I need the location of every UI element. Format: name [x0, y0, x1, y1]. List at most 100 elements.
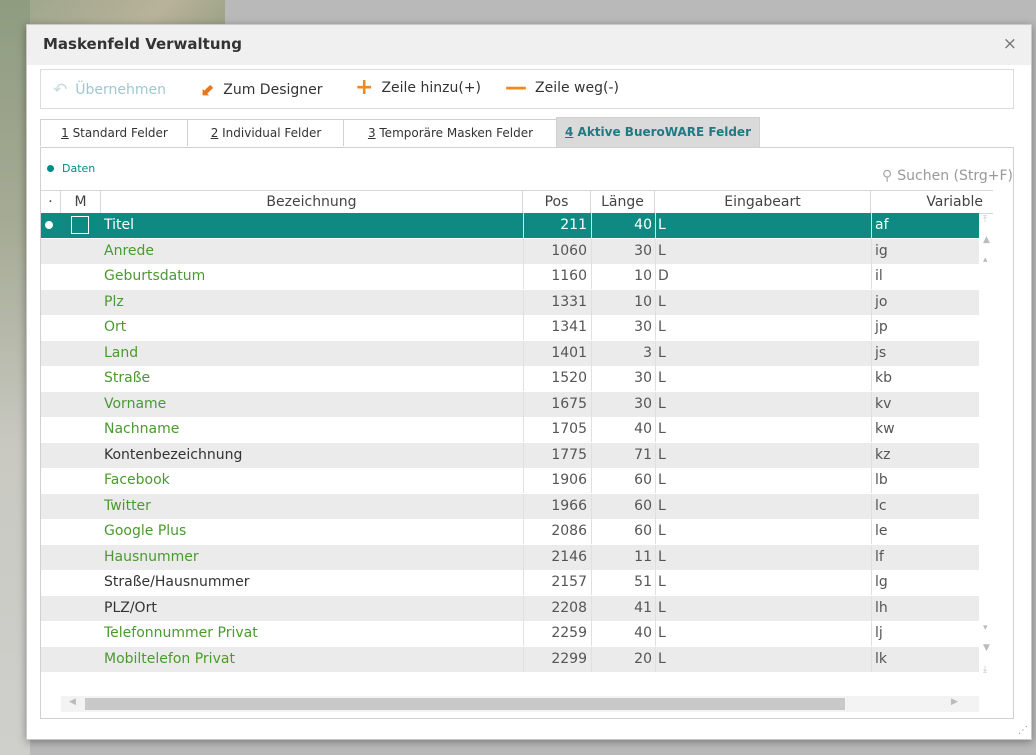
row-m-cell[interactable] — [61, 290, 99, 315]
scroll-left-icon[interactable]: ◀ — [69, 697, 76, 707]
close-icon[interactable]: × — [1003, 34, 1017, 54]
scroll-page-up-icon[interactable]: ▲ — [983, 235, 990, 245]
table-row[interactable]: Kontenbezeichnung 1775 71 Lkz — [41, 442, 979, 468]
cell-eingabeart[interactable]: L — [655, 468, 871, 493]
row-m-cell[interactable] — [61, 545, 99, 570]
cell-pos[interactable]: 1966 — [523, 493, 591, 519]
row-m-cell[interactable] — [61, 392, 99, 417]
cell-variable[interactable]: kz — [871, 442, 979, 468]
cell-eingabeart[interactable]: L — [655, 213, 871, 238]
cell-laenge[interactable]: 30 — [591, 315, 655, 340]
row-selector[interactable] — [41, 341, 61, 366]
table-row[interactable]: Geburtsdatum 1160 10 Dil — [41, 264, 979, 289]
apply-button[interactable]: ↶ Übernehmen — [53, 80, 166, 100]
row-selector[interactable] — [41, 596, 61, 621]
row-m-cell[interactable] — [61, 519, 99, 544]
row-selector[interactable] — [41, 494, 61, 519]
cell-variable[interactable]: kv — [871, 391, 979, 417]
cell-bezeichnung[interactable]: PLZ/Ort — [101, 596, 523, 621]
cell-laenge[interactable]: 60 — [591, 493, 655, 519]
cell-variable[interactable]: ig — [871, 238, 979, 264]
tab-aktive-bueroware-felder[interactable]: 4 Aktive BueroWARE Felder — [556, 117, 760, 147]
cell-eingabeart[interactable]: L — [655, 366, 871, 391]
resize-grip-icon[interactable]: ⋰ — [1018, 725, 1028, 736]
scroll-up-icon[interactable]: ▴ — [983, 255, 988, 265]
row-m-cell[interactable] — [61, 570, 99, 595]
table-row[interactable]: Straße 1520 30 Lkb — [41, 366, 979, 391]
row-selector[interactable] — [41, 443, 61, 468]
tab-individual-felder[interactable]: 2 Individual Felder — [187, 119, 345, 146]
cell-eingabeart[interactable]: L — [655, 289, 871, 315]
cell-bezeichnung[interactable]: Ort — [101, 315, 523, 340]
cell-eingabeart[interactable]: L — [655, 621, 871, 646]
row-selector[interactable] — [41, 366, 61, 391]
vertical-scrollbar[interactable]: ⤒ ▲ ▴ ▾ ▼ ⤓ — [981, 213, 995, 683]
scroll-down-icon[interactable]: ▾ — [983, 623, 988, 633]
row-m-cell[interactable] — [61, 443, 99, 468]
row-selector[interactable] — [41, 392, 61, 417]
table-row[interactable]: Titel 211 40 Laf — [41, 213, 979, 238]
cell-bezeichnung[interactable]: Vorname — [101, 392, 523, 417]
table-row[interactable]: Facebook 1906 60 Llb — [41, 468, 979, 493]
col-header-m[interactable]: M — [61, 191, 101, 213]
cell-variable[interactable]: lk — [871, 646, 979, 672]
cell-pos[interactable]: 1906 — [523, 468, 591, 493]
table-row[interactable]: Anrede 1060 30 Lig — [41, 238, 979, 264]
cell-variable[interactable]: lh — [871, 595, 979, 621]
cell-laenge[interactable]: 40 — [591, 621, 655, 646]
cell-bezeichnung[interactable]: Straße — [101, 366, 523, 391]
cell-bezeichnung[interactable]: Geburtsdatum — [101, 264, 523, 289]
cell-laenge[interactable]: 60 — [591, 519, 655, 544]
cell-bezeichnung[interactable]: Titel — [101, 213, 523, 238]
scroll-page-down-icon[interactable]: ▼ — [983, 643, 990, 653]
cell-variable[interactable]: lb — [871, 468, 979, 493]
row-selector[interactable] — [41, 545, 61, 570]
cell-bezeichnung[interactable]: Google Plus — [101, 519, 523, 544]
row-selector[interactable] — [41, 213, 61, 238]
table-row[interactable]: Twitter 1966 60 Llc — [41, 493, 979, 519]
cell-pos[interactable]: 1341 — [523, 315, 591, 340]
cell-bezeichnung[interactable]: Facebook — [101, 468, 523, 493]
row-m-cell[interactable] — [61, 366, 99, 391]
cell-variable[interactable]: le — [871, 519, 979, 544]
cell-laenge[interactable]: 30 — [591, 366, 655, 391]
tab-temporaere-masken-felder[interactable]: 3 Temporäre Masken Felder — [343, 119, 558, 146]
cell-pos[interactable]: 1705 — [523, 417, 591, 442]
cell-bezeichnung[interactable]: Kontenbezeichnung — [101, 443, 523, 468]
add-row-button[interactable]: + Zeile hinzu(+) — [355, 77, 481, 99]
row-selector[interactable] — [41, 621, 61, 646]
cell-pos[interactable]: 1775 — [523, 442, 591, 468]
row-selector[interactable] — [41, 315, 61, 340]
row-selector[interactable] — [41, 417, 61, 442]
cell-laenge[interactable]: 40 — [591, 213, 655, 238]
col-header-eingabeart[interactable]: Eingabeart — [655, 191, 871, 213]
row-selector[interactable] — [41, 290, 61, 315]
cell-eingabeart[interactable]: L — [655, 391, 871, 417]
cell-variable[interactable]: jo — [871, 289, 979, 315]
row-selector[interactable] — [41, 570, 61, 595]
row-m-cell[interactable] — [61, 213, 99, 238]
cell-pos[interactable]: 211 — [523, 213, 591, 238]
cell-pos[interactable]: 2259 — [523, 621, 591, 646]
cell-pos[interactable]: 2299 — [523, 646, 591, 672]
scroll-top-icon[interactable]: ⤒ — [983, 215, 987, 225]
cell-variable[interactable]: kw — [871, 417, 979, 442]
cell-variable[interactable]: lf — [871, 544, 979, 570]
cell-bezeichnung[interactable]: Mobiltelefon Privat — [101, 647, 523, 672]
cell-pos[interactable]: 2157 — [523, 570, 591, 595]
cell-variable[interactable]: lj — [871, 621, 979, 646]
col-header-laenge[interactable]: Länge — [591, 191, 655, 213]
table-row[interactable]: Nachname 1705 40 Lkw — [41, 417, 979, 442]
row-selector[interactable] — [41, 239, 61, 264]
cell-bezeichnung[interactable]: Nachname — [101, 417, 523, 442]
table-row[interactable]: Land 1401 3 Ljs — [41, 340, 979, 366]
row-m-cell[interactable] — [61, 417, 99, 442]
cell-laenge[interactable]: 30 — [591, 391, 655, 417]
row-m-cell[interactable] — [61, 647, 99, 672]
table-row[interactable]: Straße/Hausnummer 2157 51 Llg — [41, 570, 979, 595]
cell-variable[interactable]: kb — [871, 366, 979, 391]
cell-pos[interactable]: 1160 — [523, 264, 591, 289]
row-selector[interactable] — [41, 647, 61, 672]
table-row[interactable]: Google Plus 2086 60 Lle — [41, 519, 979, 544]
col-header-bezeichnung[interactable]: Bezeichnung — [101, 191, 523, 213]
